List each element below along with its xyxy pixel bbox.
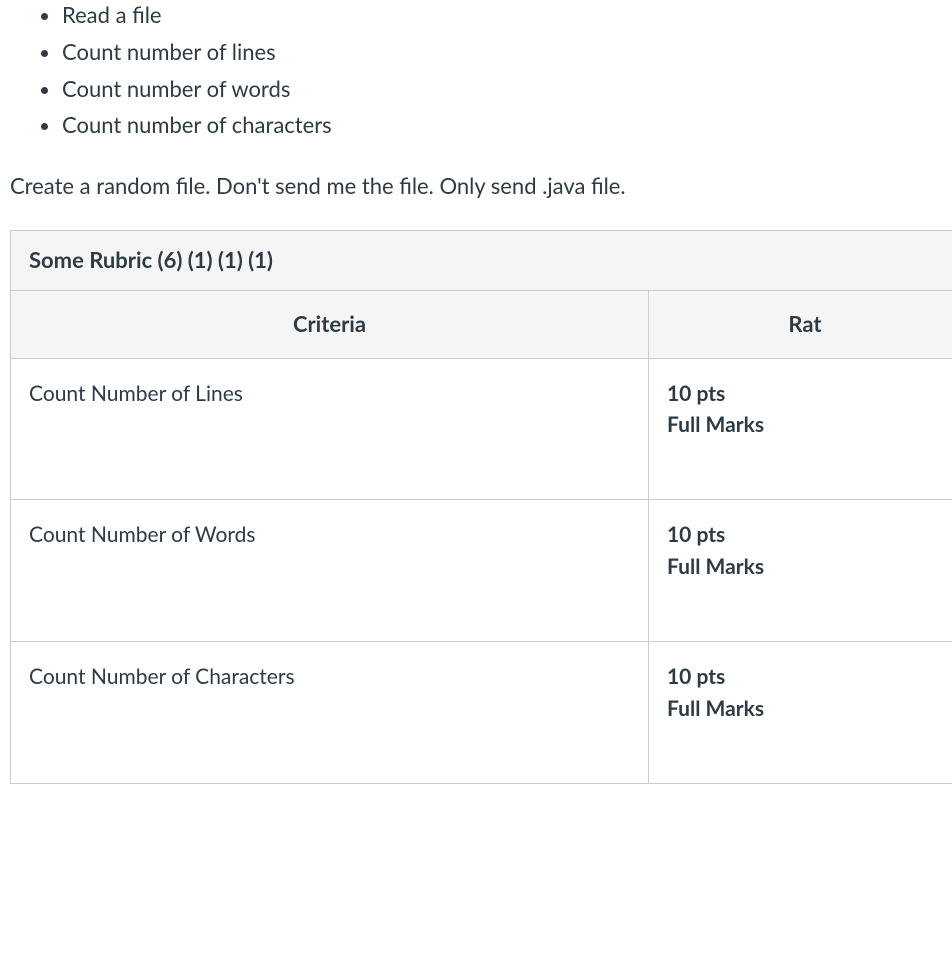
rubric-title: Some Rubric (6) (1) (1) (1)	[11, 230, 952, 290]
table-row: Count Number of Characters 10 pts Full M…	[11, 642, 952, 784]
rubric-table: Some Rubric (6) (1) (1) (1) Criteria Rat…	[10, 230, 952, 784]
list-item: Count number of characters	[62, 110, 952, 141]
rating-label: Full Marks	[667, 552, 943, 581]
rating-label: Full Marks	[667, 410, 943, 439]
criteria-header: Criteria	[11, 290, 649, 358]
list-item: Count number of words	[62, 74, 952, 105]
rating-label: Full Marks	[667, 694, 943, 723]
rating-cell: 10 pts Full Marks	[649, 358, 952, 500]
rating-cell: 10 pts Full Marks	[649, 500, 952, 642]
criteria-cell: Count Number of Words	[11, 500, 649, 642]
requirements-list: Read a file Count number of lines Count …	[0, 0, 952, 141]
table-row: Count Number of Words 10 pts Full Marks	[11, 500, 952, 642]
criteria-cell: Count Number of Characters	[11, 642, 649, 784]
rubric-title-row: Some Rubric (6) (1) (1) (1)	[11, 230, 952, 290]
rating-points: 10 pts	[667, 520, 943, 549]
list-item: Count number of lines	[62, 37, 952, 68]
rating-points: 10 pts	[667, 379, 943, 408]
rubric-header-row: Criteria Rat	[11, 290, 952, 358]
ratings-header: Rat	[649, 290, 952, 358]
list-item: Read a file	[62, 0, 952, 31]
instruction-text: Create a random file. Don't send me the …	[10, 171, 952, 202]
criteria-cell: Count Number of Lines	[11, 358, 649, 500]
rating-points: 10 pts	[667, 662, 943, 691]
rating-cell: 10 pts Full Marks	[649, 642, 952, 784]
table-row: Count Number of Lines 10 pts Full Marks	[11, 358, 952, 500]
